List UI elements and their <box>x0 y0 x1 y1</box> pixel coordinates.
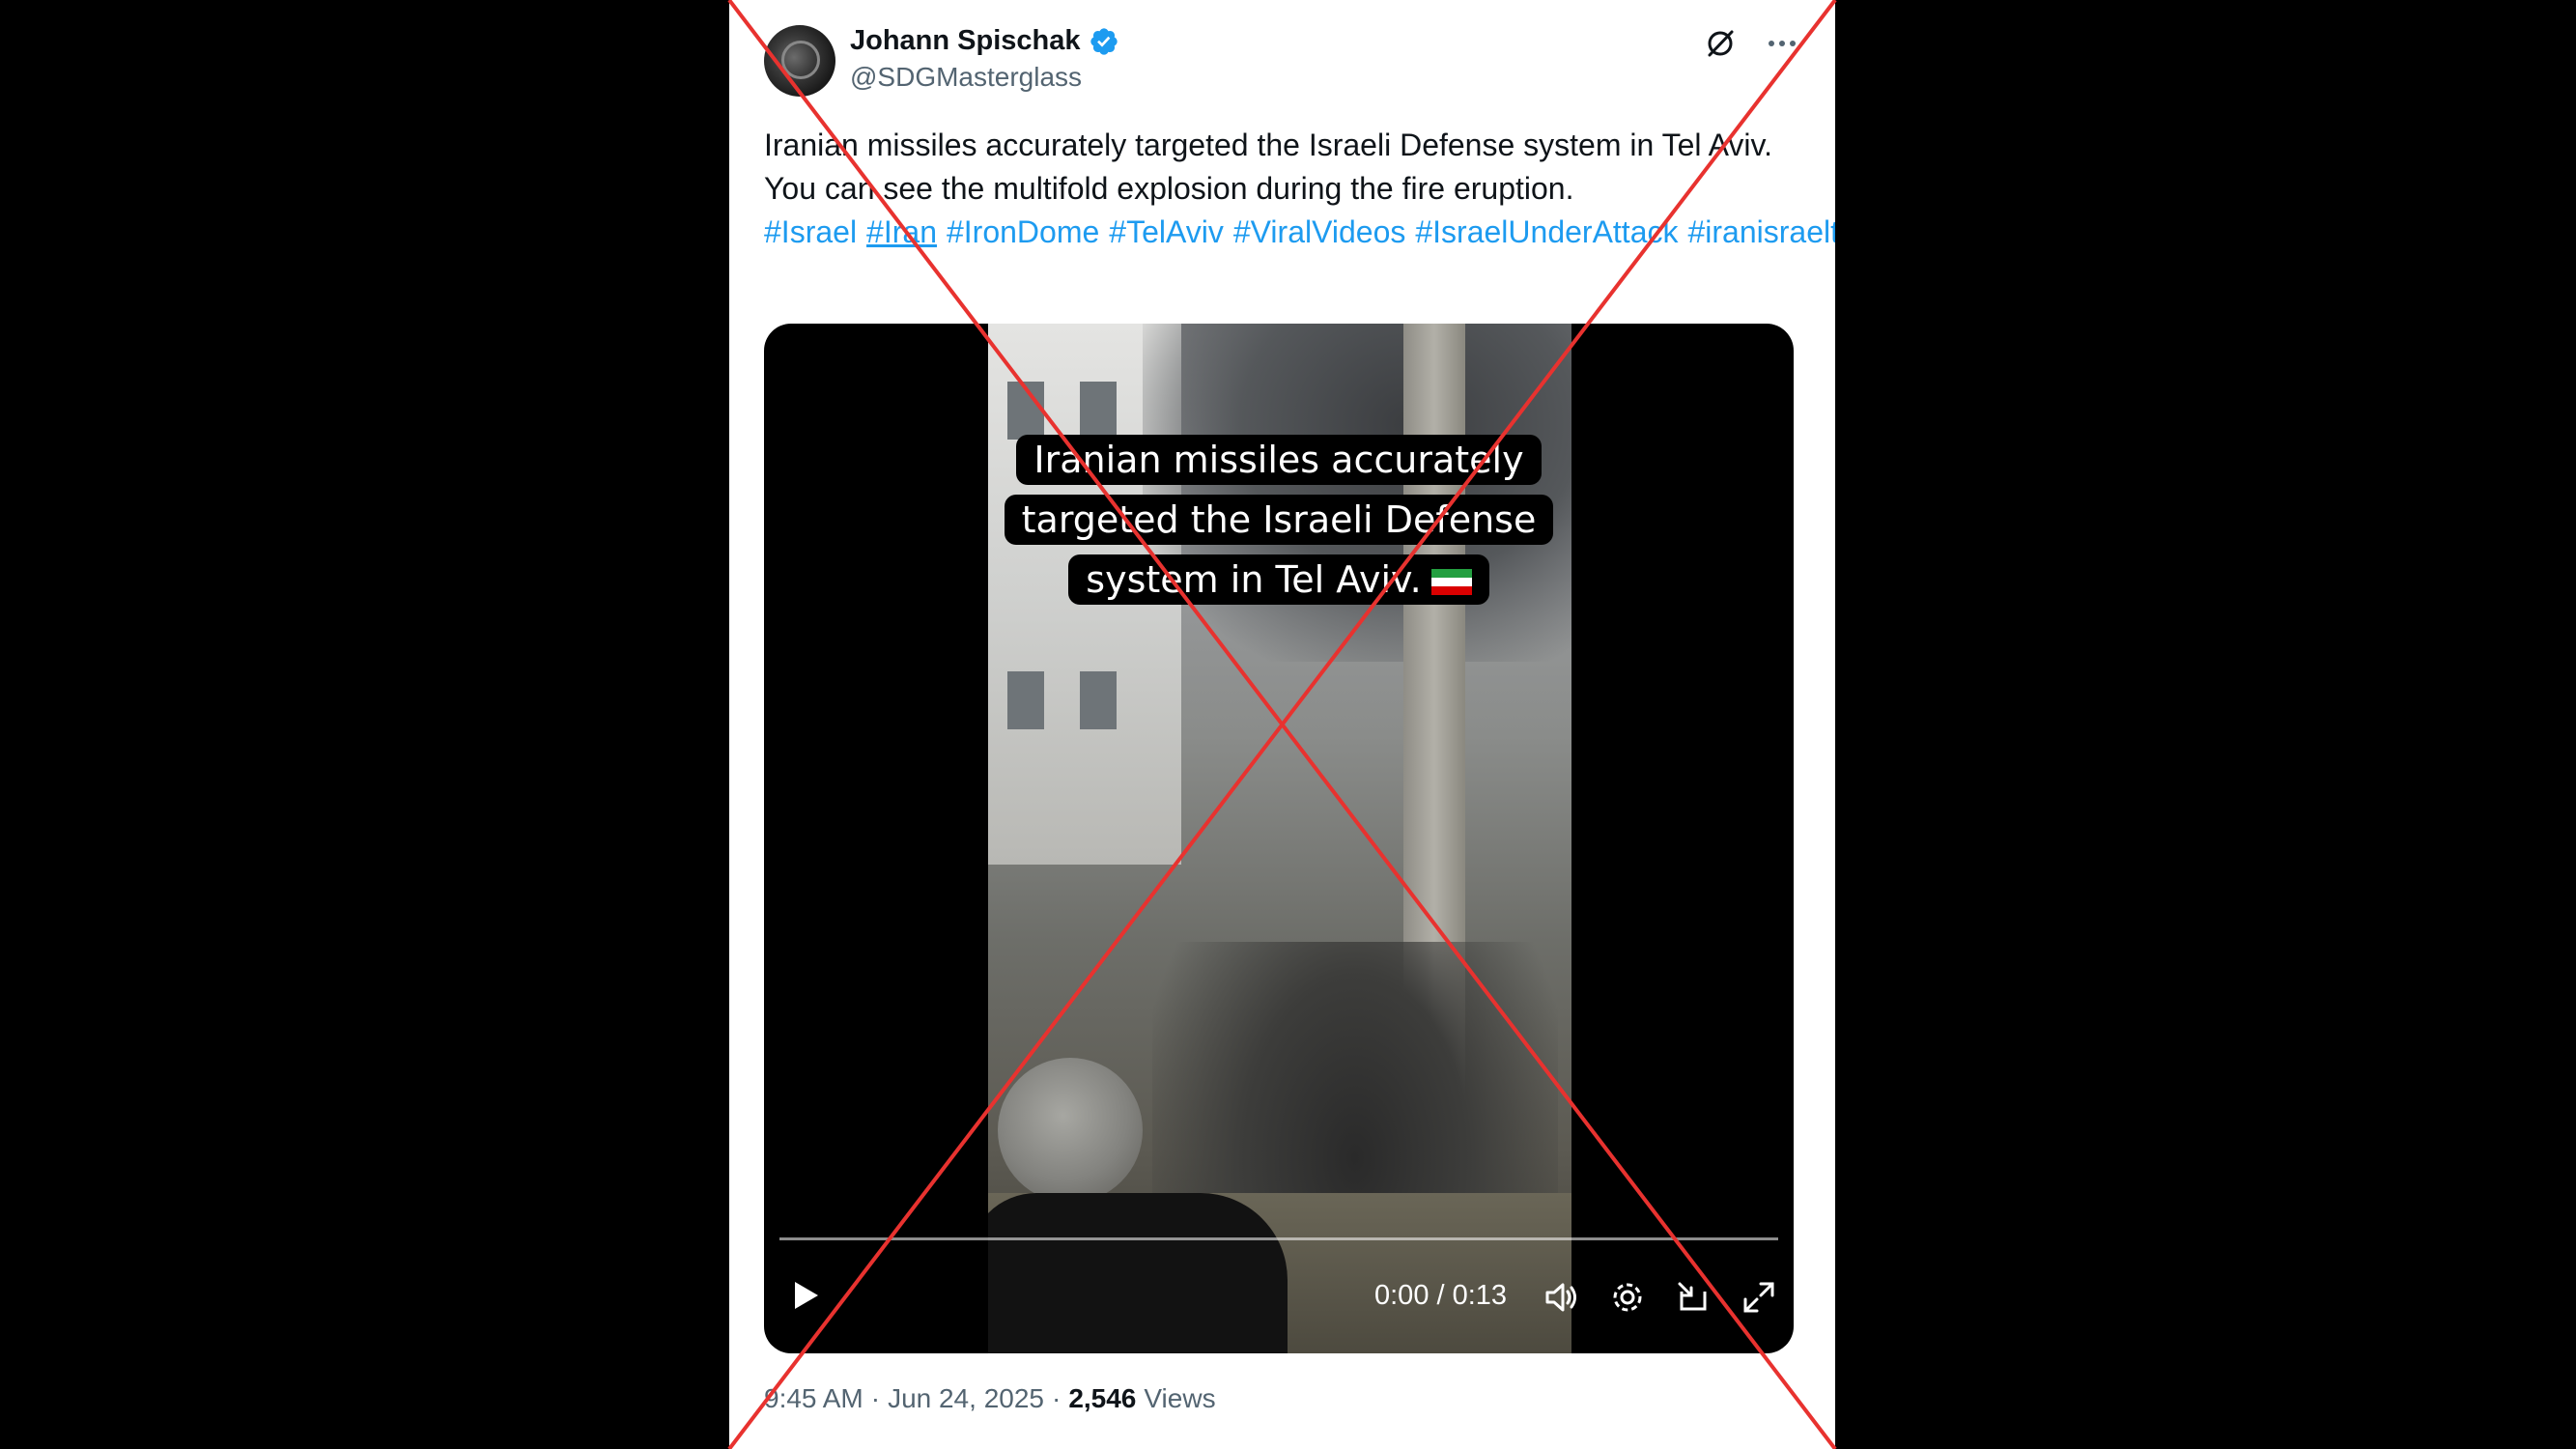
more-options-icon[interactable] <box>1766 27 1798 60</box>
views-label: Views <box>1144 1383 1216 1413</box>
scene-window <box>1007 671 1044 729</box>
settings-gear-icon[interactable] <box>1608 1278 1647 1317</box>
footer-separator: · <box>1051 1383 1062 1413</box>
fullscreen-icon[interactable] <box>1740 1278 1778 1317</box>
grok-icon[interactable] <box>1704 27 1737 60</box>
scene-window <box>1080 671 1117 729</box>
footer-separator: · <box>870 1383 881 1413</box>
views-count: 2,546 <box>1068 1383 1137 1413</box>
hashtag-link[interactable]: #Israel <box>764 214 857 249</box>
video-controls: 0:00 / 0:13 <box>764 1237 1794 1353</box>
author-handle[interactable]: @SDGMasterglass <box>850 62 1082 93</box>
dock-icon[interactable] <box>1674 1278 1713 1317</box>
hashtag-link[interactable]: #TelAviv <box>1109 214 1224 249</box>
iran-flag-icon <box>1430 568 1472 596</box>
hashtag-link[interactable]: #IronDome <box>947 214 1099 249</box>
author-name[interactable]: Johann Spischak <box>850 25 1081 57</box>
tweet-date[interactable]: Jun 24, 2025 <box>888 1383 1044 1414</box>
tweet-time[interactable]: 9:45 AM <box>764 1383 863 1414</box>
author-row: Johann Spischak <box>850 25 1119 57</box>
caption-line: Iranian missiles accurately <box>1016 435 1542 485</box>
scene-person-head <box>998 1058 1143 1203</box>
video-caption: Iranian missiles accurately targeted the… <box>764 430 1794 610</box>
caption-line-last: system in Tel Aviv. <box>1068 554 1489 605</box>
top-actions <box>1704 27 1798 60</box>
progress-bar[interactable] <box>779 1237 1778 1240</box>
volume-icon[interactable] <box>1542 1278 1580 1317</box>
hashtag-link[interactable]: #iranisraeltensions <box>1687 214 1835 249</box>
time-display: 0:00 / 0:13 <box>1374 1280 1508 1311</box>
hashtag-link[interactable]: #ViralVideos <box>1233 214 1406 249</box>
hashtag-link[interactable]: #IsraelUnderAttack <box>1415 214 1678 249</box>
play-icon[interactable] <box>785 1276 824 1315</box>
tweet-body: Iranian missiles accurately targeted the… <box>764 124 1835 254</box>
tweet-footer: 9:45 AM · Jun 24, 2025 · 2,546 Views <box>764 1383 1216 1414</box>
caption-line-text: system in Tel Aviv. <box>1086 558 1422 601</box>
hashtag-list: #Israel #Iran #IronDome #TelAviv #ViralVideo… <box>764 211 1835 254</box>
verified-badge-icon <box>1090 27 1118 55</box>
video-player[interactable]: Iranian missiles accurately targeted the… <box>764 324 1794 1353</box>
hashtag-link[interactable]: #Iran <box>866 214 937 249</box>
avatar-disc <box>781 41 820 79</box>
caption-line: targeted the Israeli Defense <box>1004 495 1554 545</box>
tweet-text: Iranian missiles accurately targeted the… <box>764 128 1773 206</box>
tweet-card: Johann Spischak @SDGMasterglass Iranian … <box>729 0 1835 1449</box>
avatar[interactable] <box>764 25 835 97</box>
